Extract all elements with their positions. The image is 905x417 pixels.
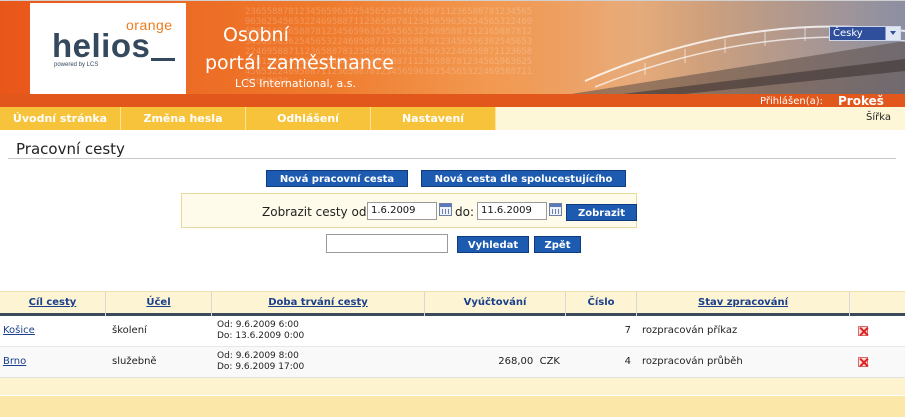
chevron-down-icon[interactable]: [885, 27, 900, 40]
logo-brand: helios: [52, 27, 151, 64]
row-date-to: Do: 9.6.2009 17:00: [217, 362, 305, 372]
logo-underline: [151, 58, 175, 61]
nav-item-settings[interactable]: Nastavení: [371, 107, 496, 130]
row-date-from: Od: 9.6.2009 8:00: [217, 351, 299, 361]
row-number: 7: [624, 325, 631, 336]
row-number: 4: [624, 356, 631, 367]
nav-item-logout[interactable]: Odhlášení: [246, 107, 371, 130]
nav-item-home[interactable]: Úvodní stránka: [0, 107, 121, 130]
helios-logo[interactable]: orange helios powered by LCS: [30, 3, 186, 94]
row-status: rozpracován příkaz: [642, 325, 738, 336]
filter-to-label: do:: [455, 205, 475, 219]
column-header-number: Číslo: [587, 297, 615, 308]
row-destination-link[interactable]: Košice: [3, 325, 35, 336]
search-input[interactable]: [326, 234, 448, 253]
width-toggle[interactable]: Šířka: [866, 112, 891, 123]
table-row: Košice školení Od: 9.6.2009 6:00 Do: 13.…: [0, 316, 905, 347]
title-divider: [8, 158, 896, 159]
date-from-field[interactable]: 1.6.2009: [367, 202, 437, 220]
back-button[interactable]: Zpět: [534, 236, 581, 253]
filter-from-label: Zobrazit cesty od:: [262, 205, 371, 219]
row-status: rozpracován průběh: [642, 356, 743, 367]
page-title: Pracovní cesty: [16, 140, 125, 158]
nav-item-change-password[interactable]: Změna hesla: [121, 107, 246, 130]
delete-icon[interactable]: [858, 357, 868, 367]
bridge-image: [525, 1, 905, 94]
date-to-field[interactable]: 11.6.2009: [477, 202, 547, 220]
row-billing: 268,00 CZK: [498, 356, 560, 367]
row-destination-link[interactable]: Brno: [3, 356, 26, 367]
logo-tagline: powered by LCS: [54, 62, 99, 68]
table-row: Brno služebně Od: 9.6.2009 8:00 Do: 9.6.…: [0, 347, 905, 378]
portal-title: Osobní portál zaměstnance: [205, 21, 394, 77]
new-trip-button[interactable]: Nová pracovní cesta: [266, 170, 408, 187]
language-select[interactable]: Česky: [829, 26, 901, 41]
column-header-billing: Vyúčtování: [463, 297, 527, 308]
main-nav: Úvodní stránka Změna hesla Odhlášení Nas…: [0, 107, 905, 130]
table-header: Cíl cesty Účel Doba trvání cesty Vyúčtov…: [0, 291, 905, 314]
column-header-purpose[interactable]: Účel: [106, 297, 211, 308]
row-purpose: školení: [112, 325, 147, 336]
column-header-destination[interactable]: Cíl cesty: [0, 297, 105, 308]
calendar-icon[interactable]: [549, 203, 562, 216]
column-header-status[interactable]: Stav zpracování: [637, 297, 849, 308]
header-banner: 2365588781234565963625456532246958871123…: [0, 0, 905, 94]
row-date-to: Do: 13.6.2009 0:00: [217, 331, 305, 341]
company-name: LCS International, a.s.: [235, 77, 356, 90]
language-value: Česky: [833, 28, 863, 39]
footer-band: [0, 378, 905, 395]
show-button[interactable]: Zobrazit: [566, 204, 637, 221]
row-date-from: Od: 9.6.2009 6:00: [217, 320, 299, 330]
calendar-icon[interactable]: [439, 203, 452, 216]
search-button[interactable]: Vyhledat: [457, 236, 529, 253]
logged-in-label: Přihlášen(a):: [760, 96, 823, 107]
portal-title-line2: portál zaměstnance: [205, 52, 394, 74]
new-trip-companion-button[interactable]: Nová cesta dle spolucestujícího: [421, 170, 626, 187]
delete-icon[interactable]: [858, 326, 868, 336]
portal-title-line1: Osobní: [223, 24, 289, 46]
row-purpose: služebně: [112, 356, 157, 367]
column-header-duration[interactable]: Doba trvání cesty: [212, 297, 424, 308]
footer: [0, 396, 905, 417]
